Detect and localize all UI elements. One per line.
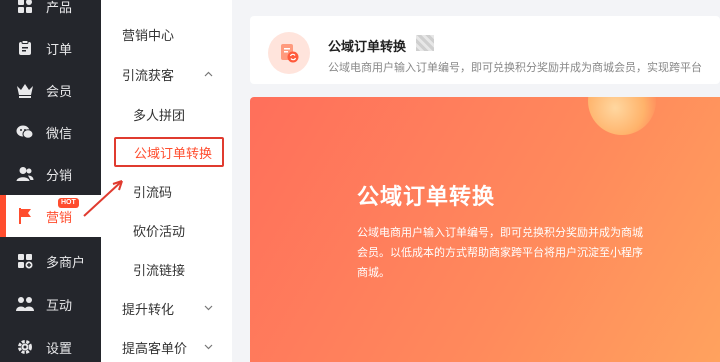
banner-title: 公域订单转换: [357, 184, 496, 209]
hot-badge: HOT: [58, 198, 79, 208]
clipboard-icon: [16, 39, 34, 57]
nav-item-label: 互动: [46, 297, 73, 313]
subnav-group-traffic[interactable]: 引流获客: [101, 56, 232, 92]
store-plus-icon: [16, 252, 34, 270]
order-convert-icon: [268, 32, 310, 74]
subnav-item-marketing-center[interactable]: 营销中心: [101, 16, 232, 52]
nav-item-label: 多商户: [46, 254, 86, 270]
subnav-item-label: 引流链接: [133, 262, 186, 278]
nav-item-distribution[interactable]: 分销: [0, 153, 101, 195]
nav-item-settings[interactable]: 设置: [0, 326, 101, 362]
feature-banner: 公域订单转换 公域电商用户输入订单编号，即可兑换积分奖励并成为商城会员。以低成本…: [250, 97, 720, 362]
main-nav: 产品 订单 会员 微信 分销 营销 HOT 多商户 互动 设置: [0, 0, 101, 362]
subnav-item-public-order-convert[interactable]: 公域订单转换: [114, 137, 224, 167]
gear-icon: [16, 338, 34, 356]
main-content: 公域订单转换 公域电商用户输入订单编号，即可兑换积分奖励并成为商城会员，实现跨平…: [232, 0, 720, 362]
nav-item-label: 设置: [46, 340, 73, 356]
nav-item-products[interactable]: 产品: [0, 0, 101, 27]
sub-nav: 营销中心 引流获客 多人拼团 公域订单转换 引流码 砍价活动 引流链接 提升转化…: [101, 0, 232, 362]
feature-header-card: 公域订单转换 公域电商用户输入订单编号，即可兑换积分奖励并成为商城会员，实现跨平…: [250, 16, 720, 84]
page-description: 公域电商用户输入订单编号，即可兑换积分奖励并成为商城会员，实现跨平台: [328, 62, 702, 74]
nav-item-label: 营销: [46, 209, 73, 225]
nav-item-label: 微信: [46, 125, 73, 141]
chevron-down-icon: [204, 342, 213, 353]
subnav-item-traffic-link[interactable]: 引流链接: [101, 251, 232, 287]
subnav-item-bargain[interactable]: 砍价活动: [101, 212, 232, 248]
nav-item-marketing[interactable]: 营销 HOT: [0, 195, 101, 237]
subnav-item-label: 引流获客: [122, 67, 175, 83]
chevron-down-icon: [204, 303, 213, 314]
subnav-item-label: 营销中心: [122, 27, 175, 43]
nav-item-interaction[interactable]: 互动: [0, 283, 101, 325]
nav-item-multi-merchant[interactable]: 多商户: [0, 240, 101, 282]
subnav-item-label: 提高客单价: [122, 340, 188, 356]
wechat-icon: [16, 123, 34, 141]
chevron-up-icon: [204, 69, 213, 80]
subnav-group-conversion[interactable]: 提升转化: [101, 290, 232, 326]
nav-item-wechat[interactable]: 微信: [0, 111, 101, 153]
grid-icon: [16, 0, 34, 15]
subnav-item-label: 多人拼团: [133, 107, 186, 123]
subnav-group-order-value[interactable]: 提高客单价: [101, 329, 232, 362]
subnav-item-label: 公域订单转换: [134, 145, 213, 161]
nav-item-members[interactable]: 会员: [0, 69, 101, 111]
subnav-item-group-buy[interactable]: 多人拼团: [101, 96, 232, 132]
subnav-item-traffic-code[interactable]: 引流码: [101, 173, 232, 209]
subnav-item-label: 引流码: [133, 184, 173, 200]
subnav-item-label: 砍价活动: [133, 223, 186, 239]
users-icon: [16, 165, 34, 183]
page-title: 公域订单转换: [328, 39, 407, 54]
nav-item-label: 分销: [46, 167, 73, 183]
coin-decoration: [588, 97, 656, 135]
people-icon: [16, 295, 34, 313]
banner-description: 公域电商用户输入订单编号，即可兑换积分奖励并成为商城会员。以低成本的方式帮助商家…: [357, 227, 643, 279]
flag-icon: [16, 207, 34, 225]
subnav-item-label: 提升转化: [122, 301, 175, 317]
nav-item-label: 会员: [46, 83, 73, 99]
blurred-badge: [416, 35, 434, 51]
nav-item-orders[interactable]: 订单: [0, 27, 101, 69]
active-indicator: [0, 195, 6, 237]
nav-item-label: 订单: [46, 41, 73, 57]
crown-icon: [16, 81, 34, 99]
nav-item-label: 产品: [46, 0, 73, 15]
